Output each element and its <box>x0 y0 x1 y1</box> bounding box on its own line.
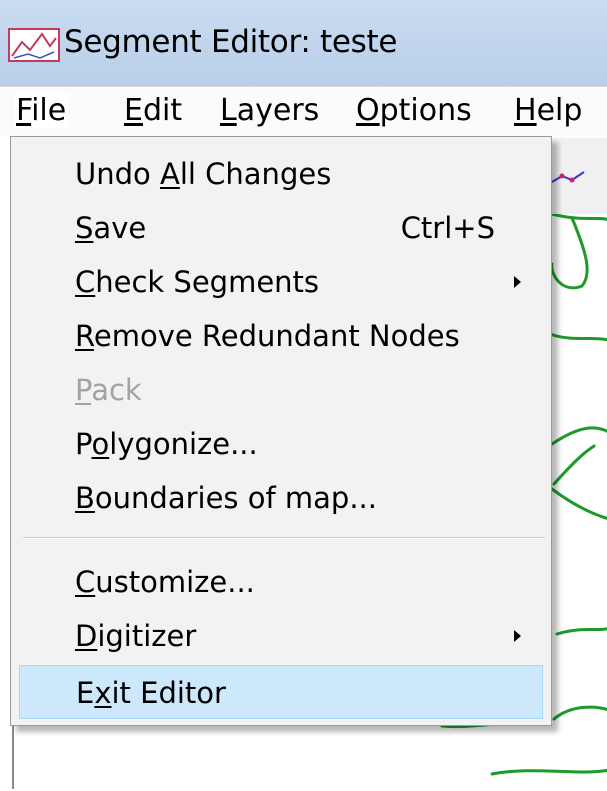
exit-prefix: E <box>76 676 95 710</box>
menu-item-label: Undo All Changes <box>75 147 331 201</box>
menu-item-check-segments[interactable]: Check Segments <box>19 255 543 309</box>
digitizer-mnemonic: D <box>75 619 98 653</box>
title-bar: Segment Editor: teste <box>0 0 607 86</box>
menu-item-polygonize[interactable]: Polygonize... <box>19 417 543 471</box>
submenu-arrow-icon <box>514 630 521 642</box>
undo-mnemonic: A <box>159 157 180 191</box>
menu-item-label: Polygonize... <box>75 417 258 471</box>
undo-prefix: Undo <box>75 157 160 191</box>
menu-help[interactable]: Help <box>512 93 584 129</box>
menu-item-remove-redundant-nodes[interactable]: Remove Redundant Nodes <box>19 309 543 363</box>
menu-layers[interactable]: Layers <box>218 93 321 129</box>
menu-edit[interactable]: Edit <box>122 93 184 129</box>
remove-mnemonic: R <box>75 319 94 353</box>
boundaries-mnemonic: B <box>75 481 95 515</box>
menu-edit-mnemonic: E <box>124 93 143 128</box>
menu-file-mnemonic: F <box>16 93 32 128</box>
menu-item-label: Digitizer <box>75 609 196 663</box>
digitize-tool-icon[interactable] <box>550 162 590 192</box>
menu-item-exit-editor[interactable]: Exit Editor <box>19 665 543 719</box>
menu-item-pack: Pack <box>19 363 543 417</box>
menu-bar: File Edit Layers Options Help <box>0 86 607 137</box>
pack-suffix: ack <box>91 373 142 407</box>
menu-item-label: Remove Redundant Nodes <box>75 309 460 363</box>
menu-item-label: Exit Editor <box>76 666 226 720</box>
menu-options[interactable]: Options <box>354 93 474 129</box>
digitizer-suffix: igitizer <box>97 619 197 653</box>
exit-mnemonic: x <box>94 676 112 710</box>
save-shortcut: Ctrl+S <box>400 211 495 245</box>
menu-item-label: Pack <box>75 363 142 417</box>
check-mnemonic: C <box>75 265 96 299</box>
polygonize-prefix: P <box>75 427 92 461</box>
menu-help-rest: elp <box>536 93 583 128</box>
remove-suffix: emove Redundant Nodes <box>93 319 460 353</box>
file-menu-dropdown: Undo All Changes Save Ctrl+S Check Segme… <box>10 136 552 726</box>
polygonize-suffix: lygonize... <box>109 427 258 461</box>
undo-suffix: ll Changes <box>179 157 332 191</box>
menu-separator <box>23 537 545 539</box>
menu-item-customize[interactable]: Customize... <box>19 555 543 609</box>
save-suffix: ave <box>93 211 147 245</box>
customize-suffix: ustomize... <box>95 565 255 599</box>
segment-editor-app-icon <box>8 28 60 62</box>
customize-mnemonic: C <box>75 565 96 599</box>
boundaries-suffix: oundaries of map... <box>94 481 377 515</box>
menu-item-boundaries-of-map[interactable]: Boundaries of map... <box>19 471 543 525</box>
menu-item-digitizer[interactable]: Digitizer <box>19 609 543 663</box>
menu-options-rest: ptions <box>379 93 472 128</box>
polygonize-mnemonic: o <box>91 427 110 461</box>
menu-file[interactable]: File <box>14 93 69 129</box>
segment-list-panel[interactable] <box>12 720 432 789</box>
menu-help-mnemonic: H <box>514 93 537 128</box>
check-suffix: heck Segments <box>95 265 320 299</box>
menu-layers-rest: ayers <box>236 93 320 128</box>
menu-layers-mnemonic: L <box>220 93 237 128</box>
menu-item-label: Check Segments <box>75 255 319 309</box>
pack-mnemonic: P <box>75 373 92 407</box>
window-title: Segment Editor: teste <box>64 24 398 60</box>
menu-options-mnemonic: O <box>356 93 380 128</box>
menu-item-label: Customize... <box>75 555 255 609</box>
exit-suffix: it Editor <box>111 676 226 710</box>
save-mnemonic: S <box>75 211 94 245</box>
menu-item-label: Save <box>75 201 146 255</box>
menu-file-rest: ile <box>31 93 67 128</box>
submenu-arrow-icon <box>514 276 521 288</box>
toolbar <box>548 138 607 215</box>
menu-item-label: Boundaries of map... <box>75 471 377 525</box>
menu-item-undo-all-changes[interactable]: Undo All Changes <box>19 147 543 201</box>
menu-edit-rest: dit <box>142 93 183 128</box>
menu-item-save[interactable]: Save Ctrl+S <box>19 201 543 255</box>
